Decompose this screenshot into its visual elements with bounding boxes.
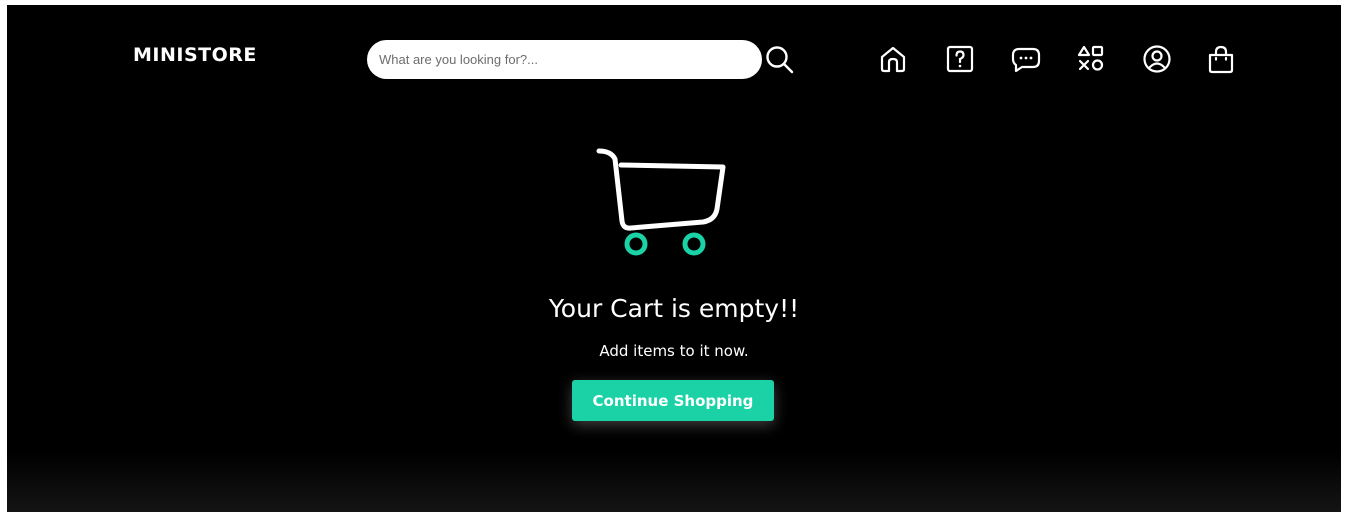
top-navbar: MINISTORE — [7, 5, 1341, 115]
account-icon[interactable] — [1141, 43, 1173, 75]
empty-cart-title: Your Cart is empty!! — [548, 294, 800, 323]
search-icon[interactable] — [763, 43, 797, 77]
home-icon[interactable] — [877, 43, 909, 75]
page: MINISTORE What are you looking for?... Y… — [7, 5, 1341, 512]
help-icon[interactable] — [944, 43, 976, 75]
continue-shopping-button[interactable]: Continue Shopping — [572, 380, 774, 421]
bag-icon[interactable] — [1205, 43, 1237, 75]
search-input[interactable] — [367, 40, 762, 79]
brand-logo[interactable]: MINISTORE — [133, 44, 257, 66]
categories-icon[interactable] — [1075, 43, 1107, 75]
empty-cart-subtitle: Add items to it now. — [599, 342, 749, 360]
empty-cart-icon — [593, 145, 729, 263]
chat-icon[interactable] — [1010, 43, 1042, 75]
